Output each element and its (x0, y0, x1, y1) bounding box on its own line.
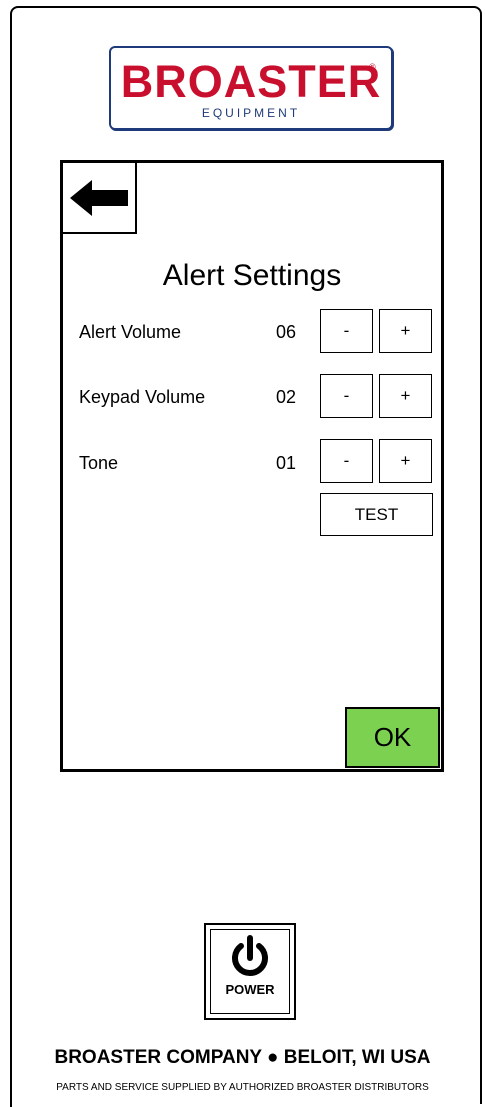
company-footer: BROASTER COMPANY ● BELOIT, WI USA (54, 1047, 431, 1068)
alert-volume-decrease-button[interactable]: - (320, 309, 373, 353)
back-button[interactable] (63, 163, 137, 234)
touch-screen: Alert Settings Alert Volume 06 - + Keypa… (60, 160, 444, 772)
logo-subtitle: EQUIPMENT (201, 106, 301, 120)
power-button[interactable]: POWER (204, 923, 296, 1020)
tone-label: Tone (79, 453, 119, 473)
logo-registered-mark: ® (369, 62, 376, 72)
broaster-logo: BROASTER ® EQUIPMENT (109, 46, 393, 130)
page-title: Alert Settings (162, 259, 342, 292)
alert-volume-label: Alert Volume (79, 322, 182, 342)
logo-brand: BROASTER (120, 56, 382, 107)
tone-value: 01 (276, 453, 297, 473)
keypad-volume-decrease-button[interactable]: - (320, 374, 373, 418)
device-edge (10, 1092, 12, 1107)
power-label: POWER (225, 982, 275, 997)
tone-increase-button[interactable]: + (379, 439, 432, 483)
alert-volume-increase-button[interactable]: + (379, 309, 432, 353)
arrow-left-icon (70, 179, 128, 216)
alert-volume-value: 06 (276, 322, 297, 342)
keypad-volume-increase-button[interactable]: + (379, 374, 432, 418)
ok-button[interactable]: OK (345, 707, 440, 768)
keypad-volume-label: Keypad Volume (79, 387, 206, 407)
test-button[interactable]: TEST (320, 493, 433, 536)
distributor-note: PARTS AND SERVICE SUPPLIED BY AUTHORIZED… (56, 1082, 429, 1093)
tone-decrease-button[interactable]: - (320, 439, 373, 483)
keypad-volume-value: 02 (276, 387, 297, 407)
power-icon (232, 935, 268, 976)
